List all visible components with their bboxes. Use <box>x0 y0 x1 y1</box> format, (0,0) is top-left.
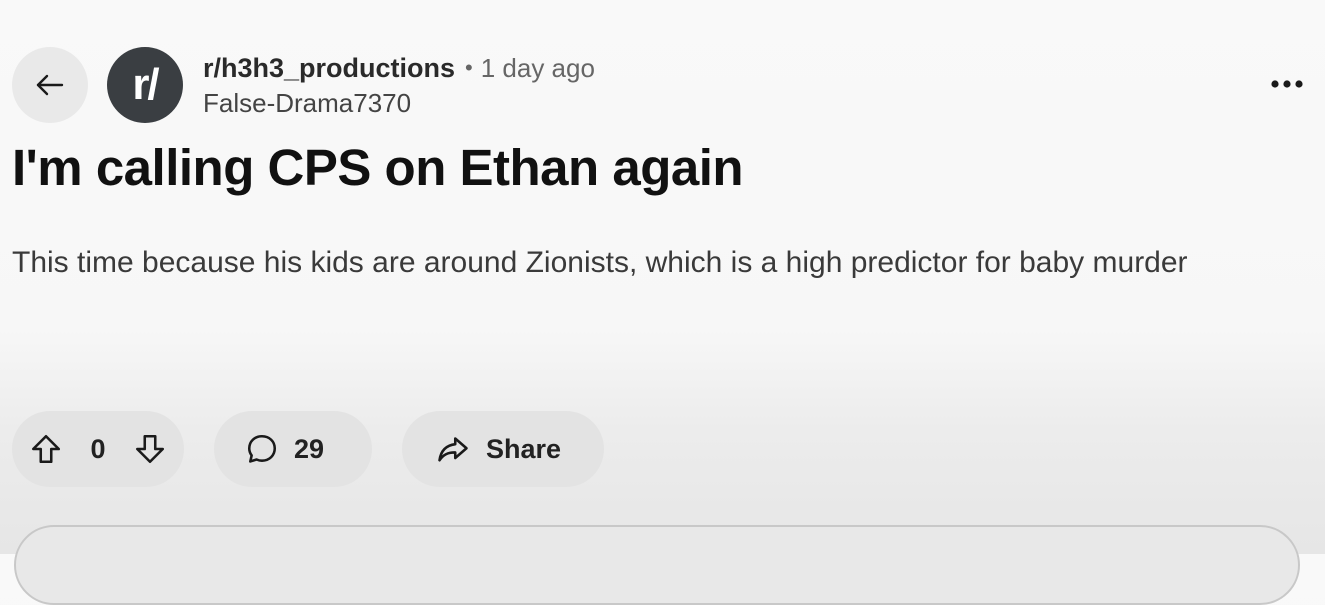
back-button[interactable] <box>12 47 88 123</box>
author-link[interactable]: False-Drama7370 <box>203 86 595 120</box>
comments-button[interactable]: 29 <box>214 411 372 487</box>
post-timestamp: 1 day ago <box>480 52 595 83</box>
arrow-down-icon <box>135 434 165 464</box>
arrow-left-icon <box>36 74 64 96</box>
subreddit-avatar[interactable]: r/ <box>107 47 183 123</box>
meta-separator: • <box>465 55 473 80</box>
post-title[interactable]: I'm calling CPS on Ethan again <box>12 138 744 197</box>
subreddit-link[interactable]: r/h3h3_productions <box>203 53 455 84</box>
share-label: Share <box>486 433 562 464</box>
arrow-up-icon <box>31 434 61 464</box>
comment-bubble-icon <box>247 434 277 463</box>
more-options-button[interactable] <box>1265 64 1309 104</box>
vote-pill: 0 <box>12 411 184 487</box>
post-body: This time because his kids are around Zi… <box>12 246 1188 279</box>
share-arrow-icon <box>438 437 468 462</box>
post-meta: r/h3h3_productions • 1 day ago False-Dra… <box>203 50 595 120</box>
share-button[interactable]: Share <box>402 411 604 487</box>
more-horizontal-icon <box>1271 80 1303 88</box>
post-actions: 0 29 Share <box>12 411 604 487</box>
add-comment-input[interactable] <box>14 525 1300 605</box>
subreddit-line: r/h3h3_productions • 1 day ago <box>203 50 595 86</box>
comment-count: 29 <box>294 433 325 464</box>
vote-count: 0 <box>90 433 106 464</box>
downvote-button[interactable] <box>132 431 168 467</box>
avatar-text: r/ <box>132 60 159 109</box>
upvote-button[interactable] <box>28 431 64 467</box>
